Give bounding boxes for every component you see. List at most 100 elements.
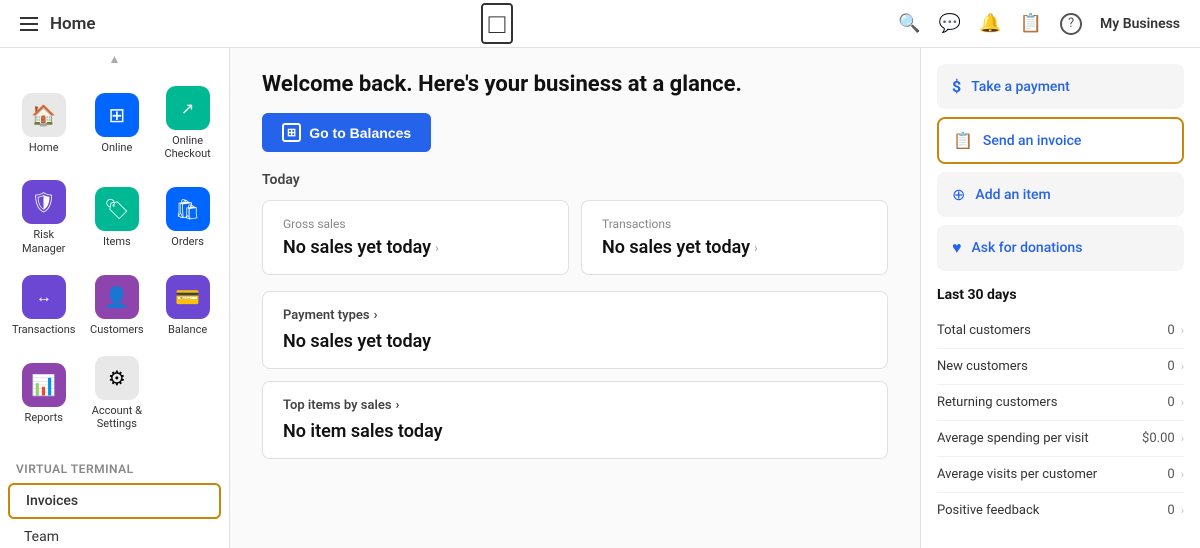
- positive-feedback-value: 0: [1167, 503, 1174, 518]
- send-invoice-label: Send an invoice: [983, 133, 1081, 149]
- total-customers-label: Total customers: [937, 323, 1031, 338]
- sidebar-item-home[interactable]: 🏠 Home: [8, 78, 79, 168]
- welcome-title: Welcome back. Here's your business at a …: [262, 72, 888, 97]
- take-payment-button[interactable]: $ Take a payment: [937, 64, 1184, 109]
- sidebar-item-online[interactable]: ⊞ Online: [83, 78, 150, 168]
- add-item-button[interactable]: ⊕ Add an item: [937, 172, 1184, 217]
- invoice-icon: 📋: [953, 131, 973, 150]
- returning-customers-label: Returning customers: [937, 395, 1057, 410]
- business-name[interactable]: My Business: [1100, 16, 1180, 32]
- dollar-icon: $: [952, 77, 961, 96]
- gross-sales-value: No sales yet today ›: [283, 237, 548, 258]
- sidebar-link-invoices[interactable]: Invoices: [8, 483, 221, 519]
- sidebar-section-virtual-terminal: Virtual Terminal: [0, 446, 229, 481]
- risk-manager-icon-box: 🛡: [22, 180, 66, 224]
- sidebar-item-balance[interactable]: 💳 Balance: [154, 267, 221, 344]
- bell-icon[interactable]: 🔔: [979, 13, 1001, 34]
- hamburger-menu[interactable]: [20, 17, 38, 31]
- top-items-title[interactable]: Top items by sales ›: [283, 398, 867, 413]
- positive-feedback-value-group: 0 ›: [1167, 503, 1184, 518]
- reports-label: Reports: [25, 411, 63, 424]
- home-label: Home: [29, 141, 59, 154]
- top-header: Home □ 🔍 💬 🔔 📋 ? My Business: [0, 0, 1200, 48]
- send-invoice-button[interactable]: 📋 Send an invoice: [937, 117, 1184, 164]
- account-settings-label: Account & Settings: [87, 404, 146, 430]
- avg-spending-metric[interactable]: Average spending per visit $0.00 ›: [937, 421, 1184, 457]
- document-icon[interactable]: 📋: [1020, 13, 1042, 34]
- positive-feedback-metric[interactable]: Positive feedback 0 ›: [937, 493, 1184, 528]
- avg-visits-metric[interactable]: Average visits per customer 0 ›: [937, 457, 1184, 493]
- avg-spending-chevron: ›: [1181, 432, 1184, 445]
- online-checkout-icon-box: ↗: [166, 86, 210, 130]
- main-content: Welcome back. Here's your business at a …: [230, 48, 920, 548]
- ask-donations-label: Ask for donations: [972, 240, 1083, 256]
- invoices-label: Invoices: [26, 493, 78, 509]
- today-label: Today: [262, 172, 888, 188]
- sidebar-item-customers[interactable]: 👤 Customers: [83, 267, 150, 344]
- stats-row: Gross sales No sales yet today › Transac…: [262, 200, 888, 275]
- header-right: 🔍 💬 🔔 📋 ? My Business: [898, 13, 1180, 35]
- sidebar-item-items[interactable]: 🏷 Items: [83, 172, 150, 262]
- new-customers-metric[interactable]: New customers 0 ›: [937, 349, 1184, 385]
- heart-icon: ♥: [952, 238, 962, 258]
- top-items-chevron: ›: [396, 398, 400, 413]
- chat-icon[interactable]: 💬: [939, 13, 961, 34]
- sidebar-grid: 🏠 Home ⊞ Online ↗ Online Checkout 🛡 Risk…: [0, 70, 229, 446]
- avg-spending-value-group: $0.00 ›: [1142, 431, 1184, 446]
- orders-label: Orders: [171, 235, 204, 248]
- returning-customers-chevron: ›: [1181, 396, 1184, 409]
- help-icon[interactable]: ?: [1060, 13, 1082, 35]
- transactions-label: Transactions: [602, 217, 867, 231]
- total-customers-value: 0: [1167, 323, 1174, 338]
- payment-types-empty: No sales yet today: [283, 331, 867, 352]
- sidebar-item-reports[interactable]: 📊 Reports: [8, 348, 79, 438]
- balance-label: Balance: [168, 323, 207, 336]
- orders-icon-box: 🛍: [166, 187, 210, 231]
- transactions-value: No sales yet today ›: [602, 237, 867, 258]
- go-to-balances-button[interactable]: ⊞ Go to Balances: [262, 113, 431, 152]
- sidebar-item-transactions[interactable]: ↔ Transactions: [8, 267, 79, 344]
- transactions-icon-box: ↔: [22, 275, 66, 319]
- new-customers-chevron: ›: [1181, 360, 1184, 373]
- returning-customers-metric[interactable]: Returning customers 0 ›: [937, 385, 1184, 421]
- new-customers-label: New customers: [937, 359, 1028, 374]
- payment-types-title[interactable]: Payment types ›: [283, 308, 867, 323]
- total-customers-chevron: ›: [1181, 324, 1184, 337]
- balances-btn-label: Go to Balances: [309, 125, 411, 141]
- top-items-card: Top items by sales › No item sales today: [262, 381, 888, 459]
- transactions-chevron: ›: [754, 241, 758, 255]
- customers-label: Customers: [90, 323, 144, 336]
- returning-customers-value-group: 0 ›: [1167, 395, 1184, 410]
- gross-sales-chevron: ›: [435, 241, 439, 255]
- sidebar: ▲ 🏠 Home ⊞ Online ↗ Online Checkout 🛡: [0, 48, 230, 548]
- avg-spending-value: $0.00: [1142, 431, 1175, 446]
- ask-donations-button[interactable]: ♥ Ask for donations: [937, 225, 1184, 271]
- gross-sales-label: Gross sales: [283, 217, 548, 231]
- items-label: Items: [103, 235, 131, 248]
- sidebar-item-online-checkout[interactable]: ↗ Online Checkout: [154, 78, 221, 168]
- positive-feedback-label: Positive feedback: [937, 503, 1039, 518]
- sidebar-link-team[interactable]: Team: [8, 521, 221, 548]
- last30-title: Last 30 days: [937, 287, 1184, 303]
- search-icon[interactable]: 🔍: [898, 13, 920, 34]
- app-logo: □: [481, 3, 514, 44]
- online-checkout-label: Online Checkout: [158, 134, 217, 160]
- gross-sales-card[interactable]: Gross sales No sales yet today ›: [262, 200, 569, 275]
- sidebar-item-risk-manager[interactable]: 🛡 Risk Manager: [8, 172, 79, 262]
- payment-types-card: Payment types › No sales yet today: [262, 291, 888, 369]
- reports-icon-box: 📊: [22, 363, 66, 407]
- sidebar-item-account-settings[interactable]: ⚙ Account & Settings: [83, 348, 150, 438]
- virtual-terminal-section-title: Virtual Terminal: [16, 462, 134, 476]
- add-item-label: Add an item: [975, 187, 1050, 203]
- customers-icon-box: 👤: [95, 275, 139, 319]
- avg-spending-label: Average spending per visit: [937, 431, 1089, 446]
- transactions-card[interactable]: Transactions No sales yet today ›: [581, 200, 888, 275]
- online-icon-box: ⊞: [95, 93, 139, 137]
- transactions-label: Transactions: [12, 323, 75, 336]
- team-label: Team: [24, 529, 59, 545]
- page-title: Home: [50, 14, 96, 34]
- total-customers-metric[interactable]: Total customers 0 ›: [937, 313, 1184, 349]
- home-icon-box: 🏠: [22, 93, 66, 137]
- sidebar-item-orders[interactable]: 🛍 Orders: [154, 172, 221, 262]
- items-icon-box: 🏷: [95, 187, 139, 231]
